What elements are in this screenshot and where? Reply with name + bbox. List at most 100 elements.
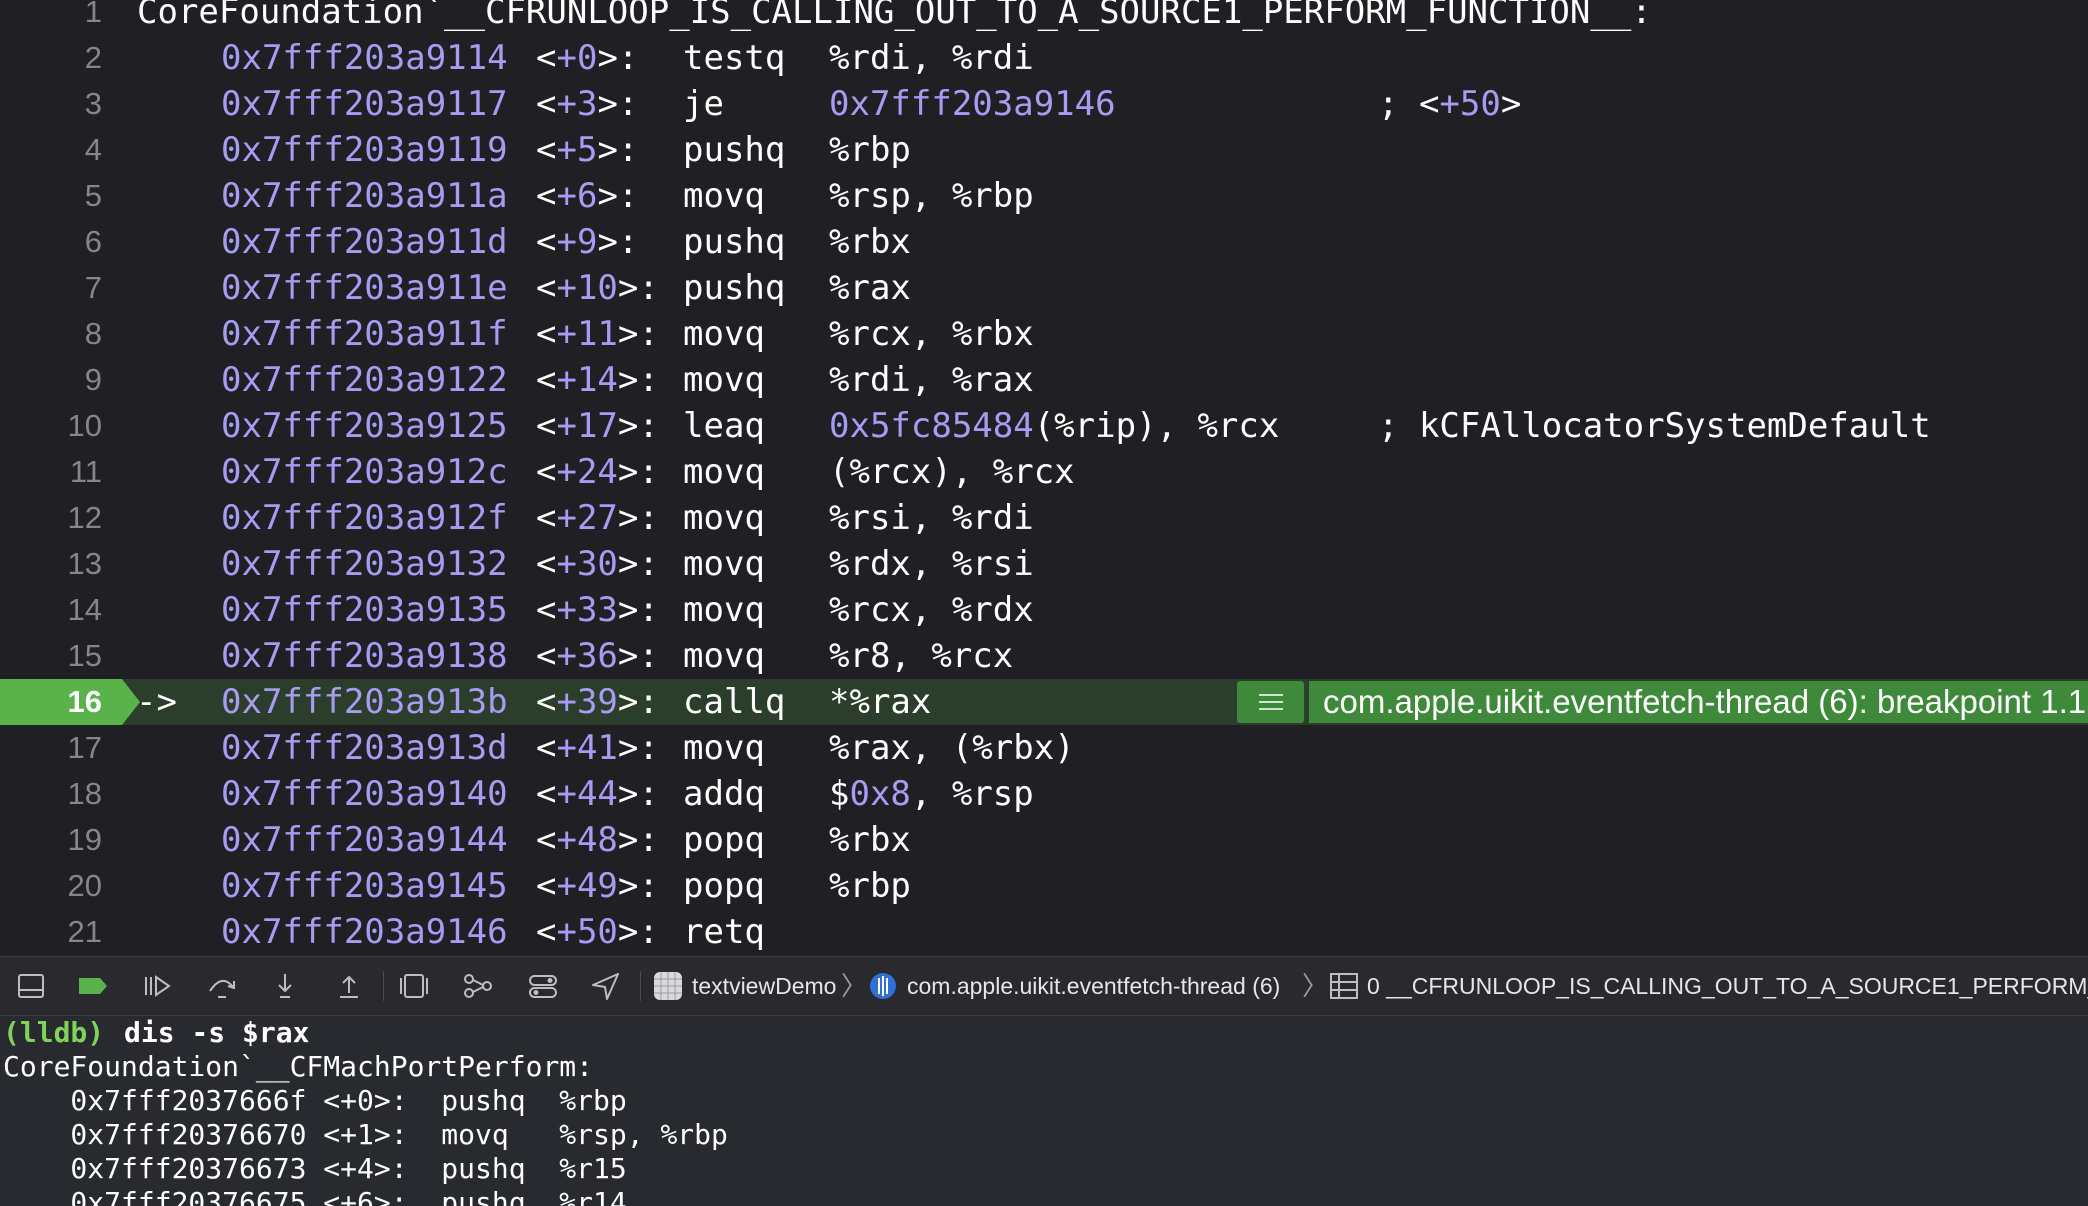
instruction-address: 0x7fff203a9140: [221, 774, 508, 814]
instruction-comment: ; kCFAllocatorSystemDefault: [1378, 406, 1931, 446]
code-line[interactable]: 21 0x7fff203a9146 <+50>: retq: [0, 909, 2088, 955]
instruction-address: 0x7fff203a9138: [221, 636, 508, 676]
memory-graph-icon[interactable]: [461, 969, 495, 1003]
console-command: dis -s $rax: [124, 1016, 310, 1049]
code-line[interactable]: 5 0x7fff203a911a <+6>: movq %rsp, %rbp: [0, 173, 2088, 219]
console-output-line: 0x7fff20376675 <+6>: pushq %r14: [3, 1186, 627, 1206]
step-over-icon[interactable]: [205, 969, 239, 1003]
line-number: 7: [84, 270, 102, 305]
line-number: 21: [67, 914, 102, 949]
code-line[interactable]: 2 0x7fff203a9114 <+0>: testq %rdi, %rdi: [0, 35, 2088, 81]
instruction-address: 0x7fff203a9145: [221, 866, 508, 906]
code-line[interactable]: 10 0x7fff203a9125 <+17>: leaq 0x5fc85484(%ri…: [0, 403, 2088, 449]
instruction-offset: <+41>:: [536, 728, 659, 768]
code-line[interactable]: 12 0x7fff203a912f <+27>: movq %rsi, %rdi: [0, 495, 2088, 541]
code-line[interactable]: 11 0x7fff203a912c <+24>: movq (%rcx), %rcx: [0, 449, 2088, 495]
line-number: 3: [84, 86, 102, 121]
instruction-address: 0x7fff203a9146: [221, 912, 508, 952]
line-number: 20: [67, 868, 102, 903]
line-number: 16: [67, 684, 102, 719]
code-line[interactable]: 17 0x7fff203a913d <+41>: movq %rax, (%rbx): [0, 725, 2088, 771]
instruction-offset: <+5>:: [536, 130, 639, 170]
code-line[interactable]: 6 0x7fff203a911d <+9>: pushq %rbx: [0, 219, 2088, 265]
lldb-prompt: (lldb): [3, 1016, 105, 1049]
toolbar-separator: [383, 971, 384, 1001]
instruction-address: 0x7fff203a9135: [221, 590, 508, 630]
code-line[interactable]: 4 0x7fff203a9119 <+5>: pushq %rbp: [0, 127, 2088, 173]
code-line[interactable]: 7 0x7fff203a911e <+10>: pushq %rax: [0, 265, 2088, 311]
instruction-address: 0x7fff203a9132: [221, 544, 508, 584]
continue-icon[interactable]: [140, 969, 174, 1003]
code-line[interactable]: 15 0x7fff203a9138 <+36>: movq %r8, %rcx: [0, 633, 2088, 679]
code-line[interactable]: 3 0x7fff203a9117 <+3>: je 0x7fff203a9146 ; <+…: [0, 81, 2088, 127]
view-hierarchy-icon[interactable]: [397, 969, 431, 1003]
breadcrumb-frame[interactable]: 0 __CFRUNLOOP_IS_CALLING_OUT_TO_A_SOURCE…: [1367, 957, 2088, 1015]
instruction-comment: ; <+50>: [1378, 84, 1522, 124]
instruction-operands: %rsp, %rbp: [829, 176, 1034, 216]
line-number: 2: [84, 40, 102, 75]
instruction-operands: %rbx: [829, 222, 911, 262]
line-number: 18: [67, 776, 102, 811]
code-line[interactable]: 19 0x7fff203a9144 <+48>: popq %rbx: [0, 817, 2088, 863]
instruction-address: 0x7fff203a912f: [221, 498, 508, 538]
breakpoint-annotation-badge[interactable]: [1237, 681, 1304, 723]
instruction-operands: (%rcx), %rcx: [829, 452, 1075, 492]
instruction-mnemonic: addq: [683, 774, 765, 814]
code-line[interactable]: 8 0x7fff203a911f <+11>: movq %rcx, %rbx: [0, 311, 2088, 357]
breakpoints-toggle-icon[interactable]: [76, 969, 110, 1003]
debug-bar: textviewDemo 〉 com.apple.uikit.eventfetc…: [0, 956, 2088, 1016]
instruction-mnemonic: pushq: [683, 130, 786, 170]
step-out-icon[interactable]: [332, 969, 366, 1003]
instruction-address: 0x7fff203a9122: [221, 360, 508, 400]
breadcrumb-app[interactable]: textviewDemo: [692, 957, 836, 1015]
instruction-offset: <+11>:: [536, 314, 659, 354]
instruction-address: 0x7fff203a913b: [221, 682, 508, 722]
instruction-mnemonic: movq: [683, 452, 765, 492]
instruction-operands: %rbp: [829, 130, 911, 170]
line-number: 19: [67, 822, 102, 857]
instruction-offset: <+14>:: [536, 360, 659, 400]
instruction-offset: <+33>:: [536, 590, 659, 630]
breadcrumb-thread[interactable]: com.apple.uikit.eventfetch-thread (6): [907, 957, 1280, 1015]
code-line[interactable]: 14 0x7fff203a9135 <+33>: movq %rcx, %rdx: [0, 587, 2088, 633]
instruction-address: 0x7fff203a9144: [221, 820, 508, 860]
instruction-operands: %rdi, %rdi: [829, 38, 1034, 78]
app-icon: [653, 971, 683, 1001]
instruction-mnemonic: je: [683, 84, 724, 124]
line-number: 4: [84, 132, 102, 167]
instruction-address: 0x7fff203a911a: [221, 176, 508, 216]
instruction-mnemonic: movq: [683, 314, 765, 354]
lldb-console[interactable]: (lldb) dis -s $rax CoreFoundation`__CFMa…: [0, 1016, 2088, 1206]
instruction-operands: %rdi, %rax: [829, 360, 1034, 400]
console-output-line: 0x7fff20376670 <+1>: movq %rsp, %rbp: [3, 1118, 728, 1151]
line-number: 10: [67, 408, 102, 443]
step-into-icon[interactable]: [268, 969, 302, 1003]
instruction-offset: <+10>:: [536, 268, 659, 308]
code-line[interactable]: 18 0x7fff203a9140 <+44>: addq $0x8, %rsp: [0, 771, 2088, 817]
breakpoint-annotation-label: com.apple.uikit.eventfetch-thread (6): b…: [1309, 681, 2088, 723]
instruction-offset: <+27>:: [536, 498, 659, 538]
environment-overrides-icon[interactable]: [526, 969, 560, 1003]
code-line[interactable]: 20 0x7fff203a9145 <+49>: popq %rbp: [0, 863, 2088, 909]
console-output-line: 0x7fff20376673 <+4>: pushq %r15: [3, 1152, 627, 1185]
function-header: CoreFoundation`__CFRUNLOOP_IS_CALLING_OU…: [137, 0, 1652, 32]
instruction-operands: 0x5fc85484(%rip), %rcx: [829, 406, 1280, 446]
instruction-mnemonic: popq: [683, 820, 765, 860]
line-number: 12: [67, 500, 102, 535]
instruction-mnemonic: callq: [683, 682, 786, 722]
disassembly-editor[interactable]: 1 CoreFoundation`__CFRUNLOOP_IS_CALLING_…: [0, 0, 2088, 956]
chevron-right-icon: 〉: [1302, 971, 1329, 1001]
instruction-operands: %rdx, %rsi: [829, 544, 1034, 584]
code-line-current[interactable]: -> 16 0x7fff203a913b <+39>: callq *%rax com.ap…: [0, 679, 2088, 725]
line-number: 15: [67, 638, 102, 673]
instruction-operands: %rax: [829, 268, 911, 308]
hide-debug-area-icon[interactable]: [14, 969, 48, 1003]
simulate-location-icon[interactable]: [589, 969, 623, 1003]
line-number: 14: [67, 592, 102, 627]
instruction-address: 0x7fff203a9119: [221, 130, 508, 170]
code-line[interactable]: 9 0x7fff203a9122 <+14>: movq %rdi, %rax: [0, 357, 2088, 403]
code-line[interactable]: 13 0x7fff203a9132 <+30>: movq %rdx, %rsi: [0, 541, 2088, 587]
instruction-offset: <+50>:: [536, 912, 659, 952]
code-line-header: 1 CoreFoundation`__CFRUNLOOP_IS_CALLING_…: [0, 0, 2088, 35]
line-number: 17: [67, 730, 102, 765]
